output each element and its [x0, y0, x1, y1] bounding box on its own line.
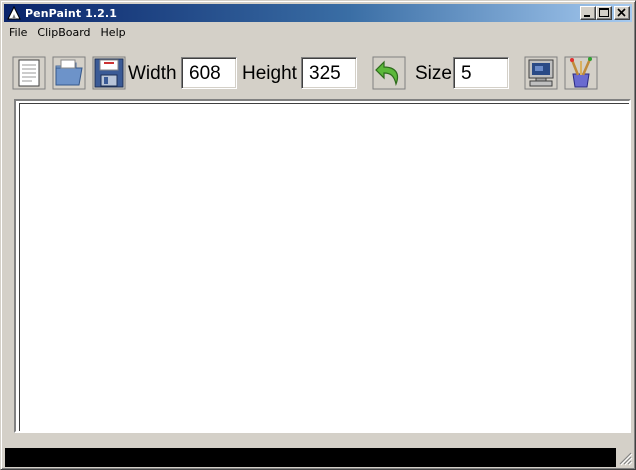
width-label: Width — [128, 63, 177, 84]
app-icon — [7, 5, 21, 20]
close-button[interactable] — [614, 6, 630, 20]
toolbar: Width 608 Height 325 Size 5 — [9, 53, 629, 93]
status-bar — [5, 448, 616, 467]
window-controls — [580, 6, 630, 20]
save-floppy-icon — [92, 56, 126, 90]
resize-grip-icon — [619, 452, 633, 466]
resize-grip[interactable] — [616, 448, 633, 467]
height-input[interactable]: 325 — [301, 57, 357, 89]
maximize-icon — [599, 8, 609, 17]
open-folder-icon — [52, 56, 86, 90]
height-label: Height — [242, 63, 297, 84]
drawing-canvas[interactable] — [19, 103, 629, 431]
size-label: Size — [415, 63, 452, 84]
close-icon — [617, 8, 626, 17]
app-window: PenPaint 1.2.1 File ClipBoard Help Width… — [0, 0, 636, 470]
maximize-button[interactable] — [596, 6, 612, 20]
menu-help[interactable]: Help — [96, 24, 131, 41]
screen-capture-button[interactable] — [524, 56, 558, 90]
undo-arrow-icon — [372, 56, 406, 90]
undo-button[interactable] — [372, 56, 406, 90]
brush-settings-button[interactable] — [564, 56, 598, 90]
title-bar[interactable]: PenPaint 1.2.1 — [4, 4, 632, 22]
open-button[interactable] — [52, 56, 86, 90]
brushes-icon — [564, 56, 598, 90]
size-input[interactable]: 5 — [453, 57, 509, 89]
new-button[interactable] — [12, 56, 46, 90]
minimize-icon — [584, 15, 590, 17]
drawing-canvas-frame — [14, 99, 631, 433]
menu-file[interactable]: File — [4, 24, 32, 41]
width-input[interactable]: 608 — [181, 57, 237, 89]
menu-bar: File ClipBoard Help — [4, 23, 632, 42]
new-document-icon — [12, 56, 46, 90]
menu-clipboard[interactable]: ClipBoard — [32, 24, 95, 41]
computer-icon — [524, 56, 558, 90]
window-title: PenPaint 1.2.1 — [25, 6, 117, 20]
save-button[interactable] — [92, 56, 126, 90]
minimize-button[interactable] — [580, 6, 596, 20]
